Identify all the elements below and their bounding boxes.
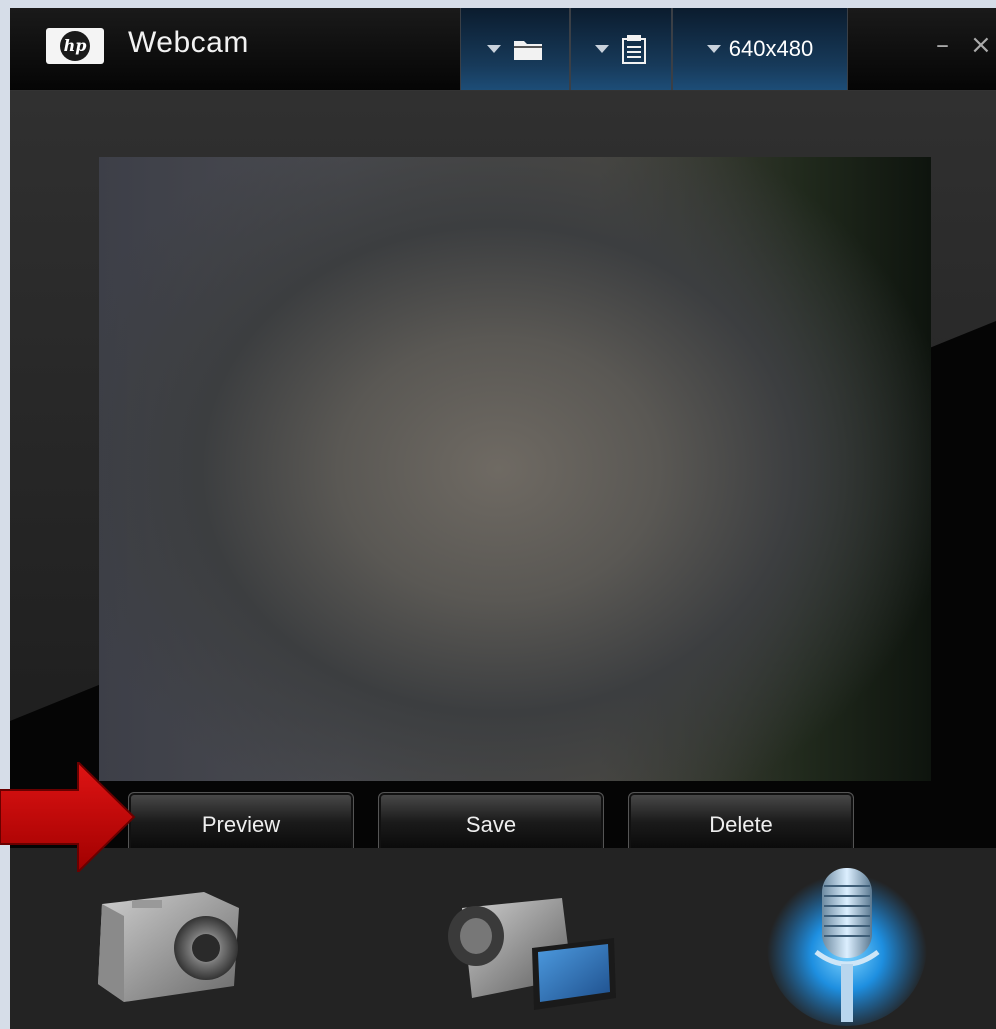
chevron-down-icon bbox=[487, 45, 501, 53]
camera-icon[interactable] bbox=[94, 886, 244, 1006]
camcorder-icon[interactable] bbox=[442, 888, 620, 1014]
chevron-down-icon bbox=[595, 45, 609, 53]
webcam-window: hp Webcam 640x480 – × Preview Save Delet… bbox=[10, 8, 996, 1029]
settings-dropdown-button[interactable] bbox=[570, 8, 672, 90]
title-bar: hp Webcam 640x480 – × bbox=[10, 8, 996, 91]
folder-icon bbox=[514, 41, 542, 60]
webcam-preview-image bbox=[99, 157, 931, 781]
red-arrow-annotation bbox=[0, 762, 136, 872]
app-title: Webcam bbox=[128, 26, 249, 59]
capture-mode-bar bbox=[10, 848, 996, 1029]
hp-logo-mark: hp bbox=[60, 31, 90, 61]
preview-stage bbox=[10, 91, 996, 848]
chevron-down-icon bbox=[706, 45, 721, 53]
hp-logo: hp bbox=[46, 28, 104, 64]
folder-dropdown-button[interactable] bbox=[460, 8, 570, 90]
microphone-icon[interactable] bbox=[762, 856, 932, 1026]
minimize-button[interactable]: – bbox=[936, 30, 949, 60]
document-list-icon bbox=[622, 35, 646, 64]
close-button[interactable]: × bbox=[970, 30, 992, 60]
resolution-dropdown[interactable]: 640x480 bbox=[672, 8, 848, 90]
resolution-value: 640x480 bbox=[728, 36, 814, 61]
